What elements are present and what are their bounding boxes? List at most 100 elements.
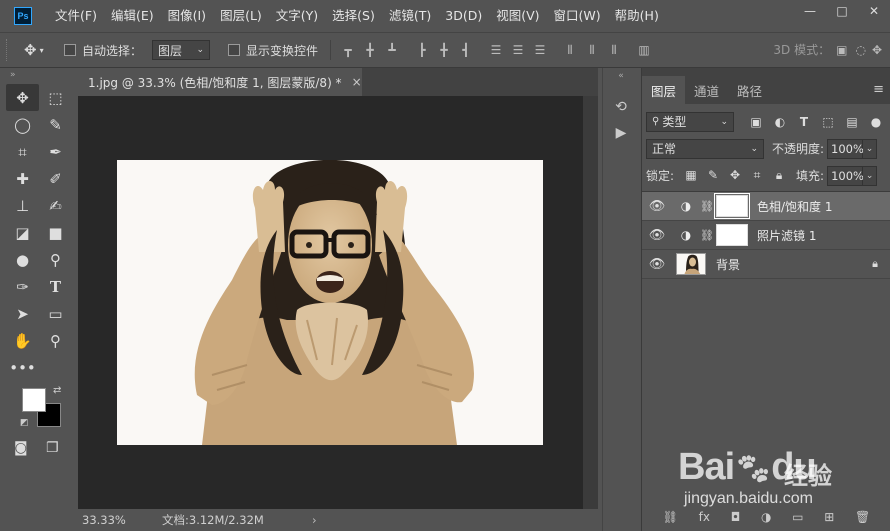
menu-select[interactable]: 选择(S) <box>325 0 382 32</box>
close-tab-icon[interactable]: × <box>352 75 362 89</box>
quick-mask-icon[interactable]: ◙ <box>14 440 28 456</box>
distribute-top-icon[interactable]: ☰ <box>485 40 507 60</box>
3d-orbit-icon[interactable]: ▣ <box>836 43 847 57</box>
close-button[interactable]: ✕ <box>858 0 890 22</box>
rectangle-tool-icon[interactable]: ▭ <box>39 300 72 327</box>
document-canvas[interactable] <box>117 160 543 445</box>
auto-align-icon[interactable]: ▥ <box>633 40 655 60</box>
pen-tool-icon[interactable]: ✑ <box>6 273 39 300</box>
menu-file[interactable]: 文件(F) <box>48 0 104 32</box>
document-tab[interactable]: 1.jpg @ 33.3% (色相/饱和度 1, 图层蒙版/8) * × <box>78 68 362 96</box>
type-tool-icon[interactable]: T <box>39 273 72 300</box>
filter-pixel-icon[interactable]: ▣ <box>744 115 768 129</box>
menu-filter[interactable]: 滤镜(T) <box>382 0 438 32</box>
align-vcenter-icon[interactable]: ╋ <box>359 40 381 60</box>
filter-shape-icon[interactable]: ⬚ <box>816 115 840 129</box>
zoom-tool-icon[interactable]: ⚲ <box>39 327 72 354</box>
vertical-scrollbar[interactable] <box>583 96 598 509</box>
lock-image-icon[interactable]: ✎ <box>702 168 724 183</box>
filter-type-dropdown[interactable]: ⚲ 类型 ⌄ <box>646 111 734 132</box>
tools-panel-header[interactable]: » <box>6 68 72 84</box>
actions-play-icon[interactable]: ▶ <box>603 120 639 146</box>
menu-help[interactable]: 帮助(H) <box>608 0 666 32</box>
visibility-eye-icon[interactable]: 👁︎ <box>642 199 672 214</box>
layer-name[interactable]: 照片滤镜 1 <box>757 227 816 244</box>
menu-window[interactable]: 窗口(W) <box>547 0 608 32</box>
distribute-vcenter-icon[interactable]: ☰ <box>507 40 529 60</box>
distribute-left-icon[interactable]: ⦀ <box>559 40 581 60</box>
layer-name[interactable]: 色相/饱和度 1 <box>757 198 833 215</box>
filter-adjustment-icon[interactable]: ◐ <box>768 115 792 129</box>
default-colors-icon[interactable]: ◩ <box>20 418 29 428</box>
minimize-button[interactable]: — <box>794 0 826 22</box>
menu-image[interactable]: 图像(I) <box>161 0 213 32</box>
align-left-icon[interactable]: ┣ <box>411 40 433 60</box>
clone-stamp-icon[interactable]: ⊥ <box>6 192 39 219</box>
blend-mode-dropdown[interactable]: 正常 ⌄ <box>646 138 764 159</box>
delete-layer-icon[interactable]: 🗑︎ <box>855 510 870 524</box>
3d-pan-icon[interactable]: ✥ <box>872 43 882 57</box>
eraser-icon[interactable]: ◪ <box>6 219 39 246</box>
gradient-tool-icon[interactable]: ■ <box>39 219 72 246</box>
layer-row[interactable]: 👁︎ 背景 🔒︎ <box>642 250 890 279</box>
filter-type-icon[interactable]: T <box>792 115 816 129</box>
filter-smart-icon[interactable]: ▤ <box>840 115 864 129</box>
align-bottom-icon[interactable]: ┻ <box>381 40 403 60</box>
strip-header[interactable]: « <box>603 68 639 84</box>
quick-select-icon[interactable]: ✎ <box>39 111 72 138</box>
tab-channels[interactable]: 通道 <box>685 76 728 104</box>
blur-tool-icon[interactable]: ● <box>6 246 39 273</box>
mask-link-icon[interactable]: ⛓︎ <box>700 200 714 213</box>
more-tools-icon[interactable]: ••• <box>6 354 39 381</box>
menu-type[interactable]: 文字(Y) <box>269 0 325 32</box>
dodge-tool-icon[interactable]: ⚲ <box>39 246 72 273</box>
visibility-eye-icon[interactable]: 👁︎ <box>642 228 672 243</box>
tab-paths[interactable]: 路径 <box>728 76 771 104</box>
lock-artboard-icon[interactable]: ⌗ <box>746 168 768 183</box>
align-right-icon[interactable]: ┫ <box>455 40 477 60</box>
menu-edit[interactable]: 编辑(E) <box>104 0 161 32</box>
3d-roll-icon[interactable]: ◌ <box>855 43 865 57</box>
distribute-right-icon[interactable]: ⦀ <box>603 40 625 60</box>
menu-3d[interactable]: 3D(D) <box>438 0 489 32</box>
distribute-bottom-icon[interactable]: ☰ <box>529 40 551 60</box>
opacity-input[interactable]: 100% <box>827 138 864 159</box>
swap-colors-icon[interactable]: ⇄ <box>53 385 61 396</box>
auto-select-target-dropdown[interactable]: 图层 ⌄ <box>152 40 211 60</box>
show-transform-checkbox[interactable] <box>228 44 241 56</box>
path-select-icon[interactable]: ➤ <box>6 300 39 327</box>
layer-mask-thumbnail[interactable] <box>714 193 750 219</box>
align-top-icon[interactable]: ┳ <box>337 40 359 60</box>
history-brush-icon[interactable]: ✍ <box>39 192 72 219</box>
filter-toggle-icon[interactable]: ● <box>864 115 888 129</box>
history-panel-icon[interactable]: ⟲ <box>603 94 639 120</box>
visibility-eye-icon[interactable]: 👁︎ <box>642 257 672 272</box>
healing-brush-icon[interactable]: ✚ <box>6 165 39 192</box>
screen-mode-icon[interactable]: ❐ <box>46 440 59 456</box>
crop-tool-icon[interactable]: ⌗ <box>6 138 39 165</box>
zoom-level[interactable]: 33.33% <box>78 513 126 527</box>
options-grip[interactable] <box>6 39 10 61</box>
mask-link-icon[interactable]: ⛓︎ <box>700 229 714 242</box>
layer-name[interactable]: 背景 <box>716 256 740 273</box>
menu-view[interactable]: 视图(V) <box>489 0 546 32</box>
panel-menu-icon[interactable]: ≡ <box>873 82 884 97</box>
status-menu-arrow[interactable]: › <box>312 513 317 527</box>
foreground-color[interactable] <box>22 388 46 412</box>
layer-row[interactable]: 👁︎ ◑ ⛓︎ 色相/饱和度 1 <box>642 192 890 221</box>
align-hcenter-icon[interactable]: ╋ <box>433 40 455 60</box>
opacity-slider-toggle[interactable]: ⌄ <box>863 138 878 159</box>
move-tool-preset-icon[interactable]: ✥ ▾ <box>24 41 52 59</box>
menu-layer[interactable]: 图层(L) <box>213 0 269 32</box>
brush-tool-icon[interactable]: ✐ <box>39 165 72 192</box>
move-tool-icon[interactable]: ✥ <box>6 84 39 111</box>
lasso-tool-icon[interactable]: ◯ <box>6 111 39 138</box>
auto-select-checkbox[interactable] <box>64 44 76 56</box>
layer-mask-thumbnail[interactable] <box>716 224 748 246</box>
fill-slider-toggle[interactable]: ⌄ <box>863 165 878 186</box>
artboard-marquee-icon[interactable]: ⬚ <box>39 84 72 111</box>
tab-layers[interactable]: 图层 <box>642 76 686 104</box>
lock-all-icon[interactable]: 🔒︎ <box>768 168 790 183</box>
layer-lock-icon[interactable]: 🔒︎ <box>872 257 878 271</box>
lock-transparent-icon[interactable]: ▦ <box>680 168 702 183</box>
